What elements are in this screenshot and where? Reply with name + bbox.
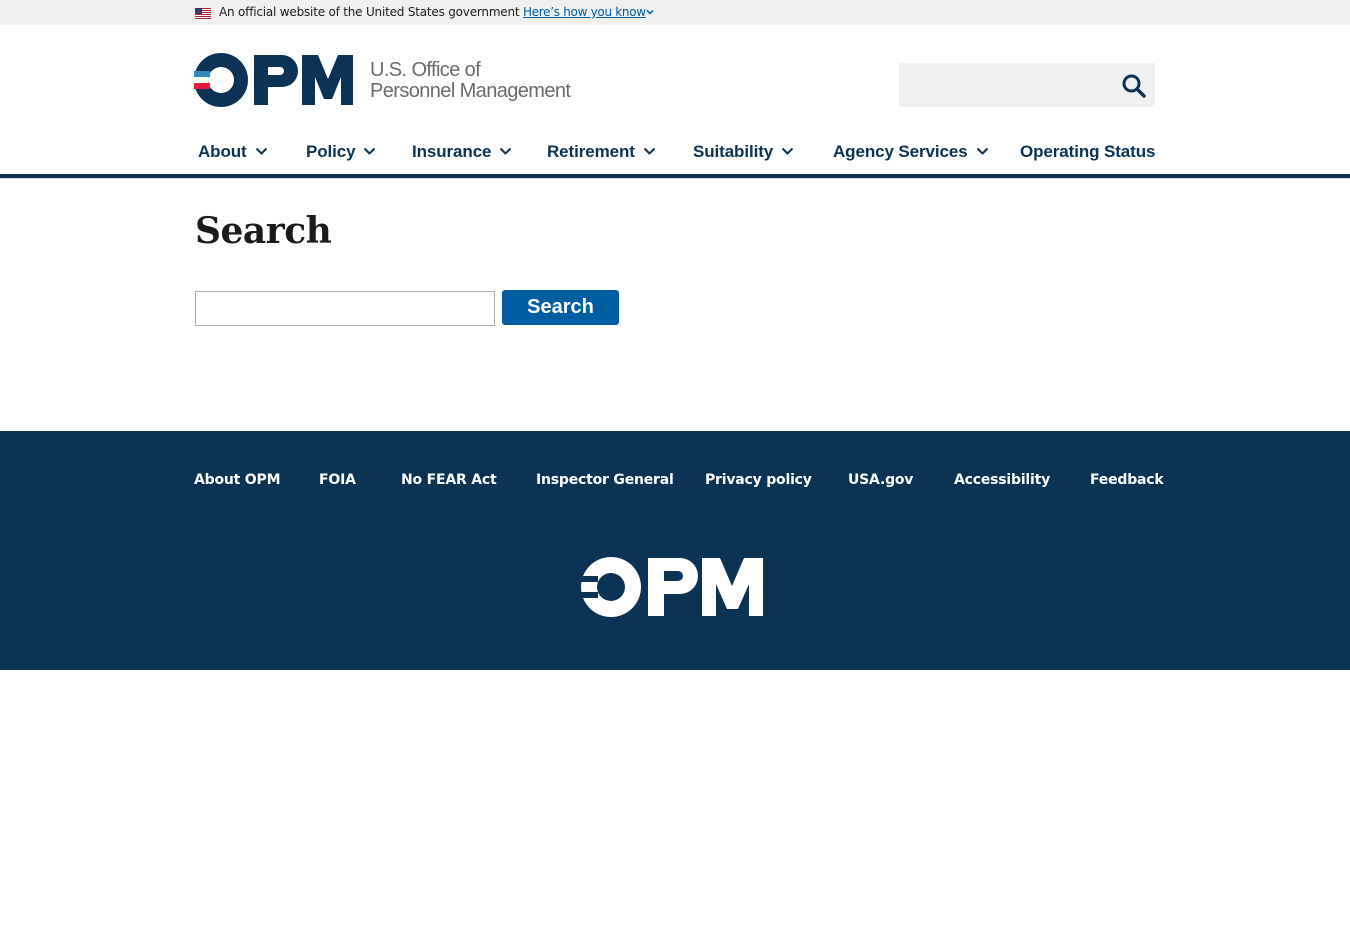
nav-item-insurance[interactable]: Insurance bbox=[412, 142, 512, 162]
nav-item-label: About bbox=[198, 142, 247, 161]
chevron-down-icon bbox=[255, 147, 267, 155]
opm-logo-mark bbox=[194, 53, 353, 107]
gov-banner: An official website of the United States… bbox=[0, 0, 1350, 25]
chevron-down-icon bbox=[364, 147, 376, 155]
nav-item-retirement[interactable]: Retirement bbox=[547, 142, 656, 162]
chevron-down-icon bbox=[643, 147, 656, 155]
page-title: Search bbox=[195, 210, 332, 252]
nav-item-label: Insurance bbox=[412, 142, 492, 161]
header-search bbox=[899, 63, 1155, 107]
agency-name-line2: Personnel Management bbox=[370, 80, 571, 102]
footer-link-foia[interactable]: FOIA bbox=[319, 472, 356, 488]
agency-name: U.S. Office of Personnel Management bbox=[370, 59, 571, 102]
chevron-down-icon bbox=[781, 147, 794, 155]
footer: About OPM FOIA No FEAR Act Inspector Gen… bbox=[0, 431, 1350, 670]
search-button[interactable]: Search bbox=[502, 290, 619, 325]
footer-link-usa-gov[interactable]: USA.gov bbox=[848, 472, 913, 488]
nav-item-agency-services[interactable]: Agency Services bbox=[833, 142, 989, 162]
nav-item-label: Policy bbox=[306, 142, 356, 161]
footer-link-about-opm[interactable]: About OPM bbox=[194, 472, 281, 488]
footer-opm-logo[interactable] bbox=[580, 556, 764, 618]
nav-item-about[interactable]: About bbox=[198, 142, 268, 162]
us-flag-icon bbox=[195, 8, 211, 19]
nav-divider-shadow bbox=[0, 178, 1350, 179]
nav-item-suitability[interactable]: Suitability bbox=[693, 142, 794, 162]
nav-item-label: Suitability bbox=[693, 142, 774, 161]
search-input[interactable] bbox=[195, 291, 495, 326]
how-you-know-link[interactable]: Here’s how you know bbox=[523, 5, 646, 19]
nav-item-operating-status[interactable]: Operating Status bbox=[1020, 142, 1155, 162]
header-search-input[interactable] bbox=[899, 63, 1109, 107]
chevron-down-icon bbox=[976, 147, 988, 155]
search-icon[interactable] bbox=[1121, 73, 1147, 99]
footer-link-accessibility[interactable]: Accessibility bbox=[954, 472, 1050, 488]
nav-item-label: Agency Services bbox=[833, 142, 968, 161]
footer-link-no-fear-act[interactable]: No FEAR Act bbox=[401, 472, 497, 488]
footer-link-inspector-general[interactable]: Inspector General bbox=[536, 472, 674, 488]
official-website-text: An official website of the United States… bbox=[219, 5, 520, 19]
nav-item-policy[interactable]: Policy bbox=[306, 142, 376, 162]
footer-link-feedback[interactable]: Feedback bbox=[1090, 472, 1164, 488]
agency-name-line1: U.S. Office of bbox=[370, 59, 481, 81]
chevron-down-icon[interactable] bbox=[645, 7, 655, 17]
nav-item-label: Retirement bbox=[547, 142, 635, 161]
chevron-down-icon bbox=[500, 147, 512, 155]
footer-link-privacy-policy[interactable]: Privacy policy bbox=[705, 472, 812, 488]
nav-item-label: Operating Status bbox=[1020, 142, 1156, 161]
main-navigation: About Policy Insurance Retirement Suitab… bbox=[0, 137, 1350, 167]
